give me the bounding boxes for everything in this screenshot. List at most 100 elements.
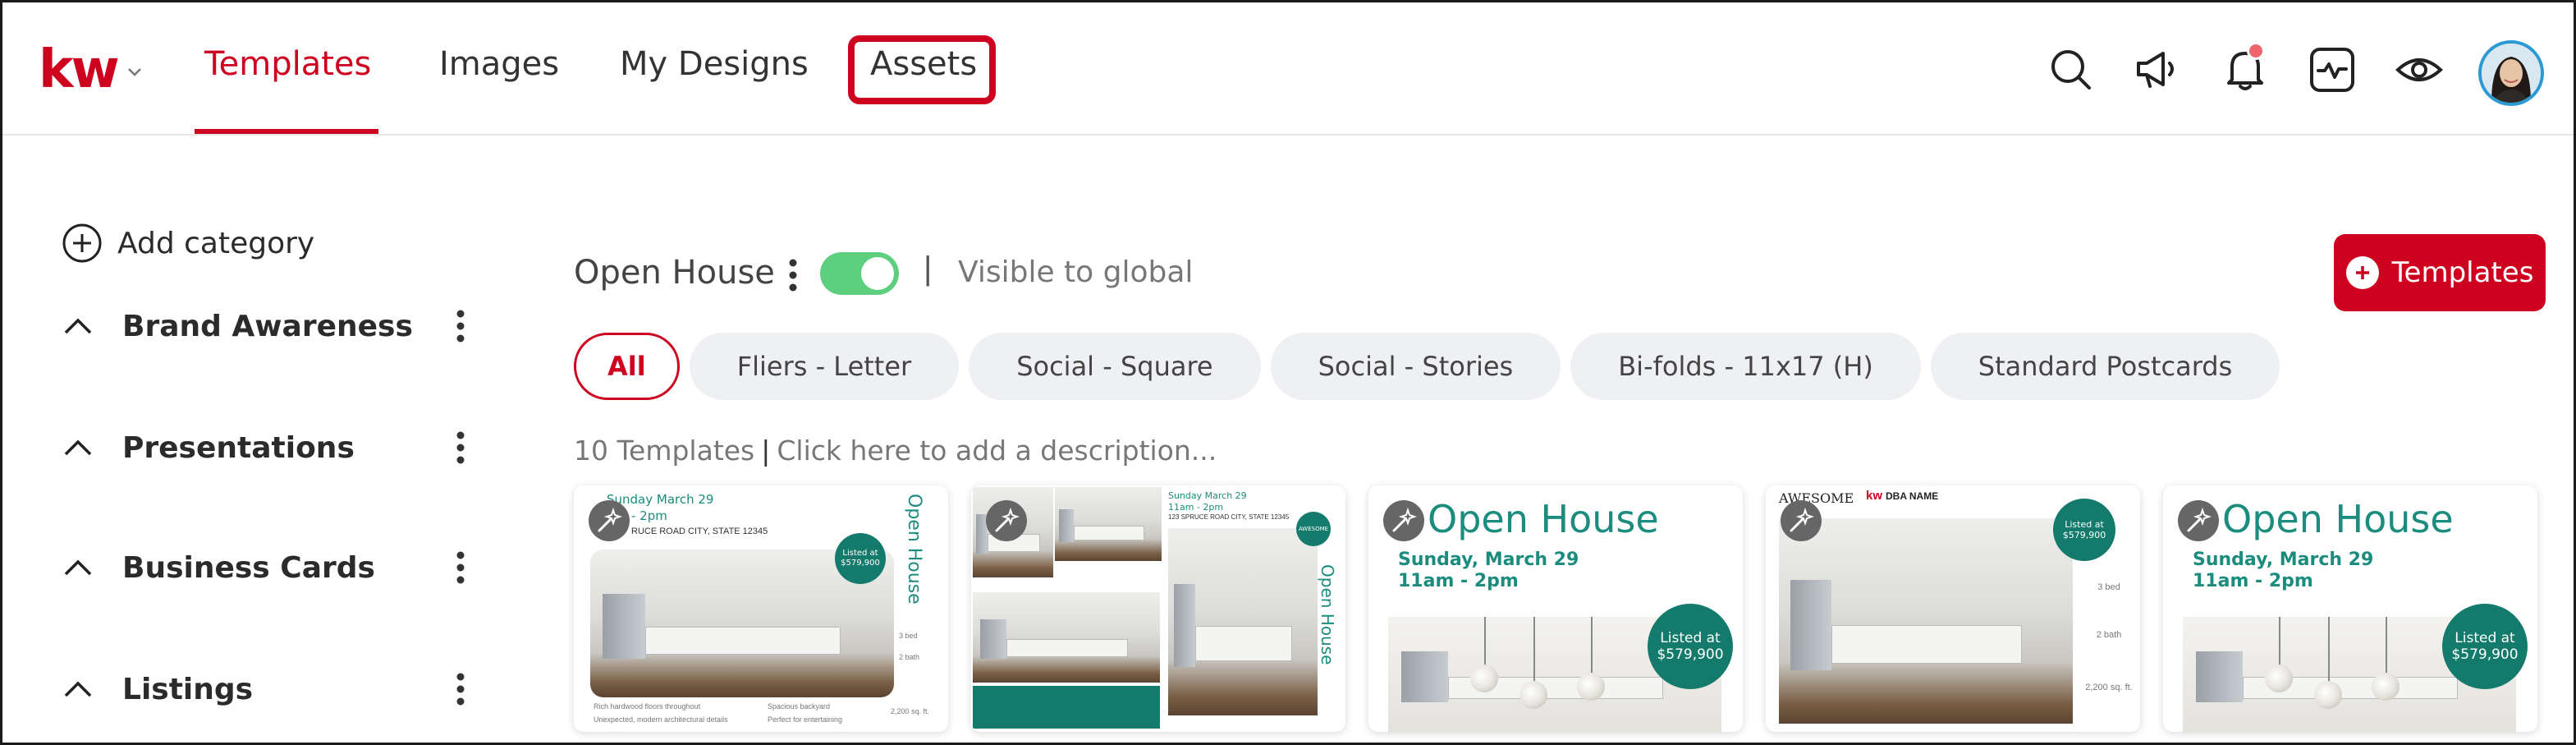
sidebar-item-label: Presentations	[122, 430, 355, 465]
feature-bullet: Spacious backyard	[768, 702, 831, 711]
pendant-light	[2328, 617, 2330, 683]
more-options-icon[interactable]	[444, 550, 477, 586]
flyer-date: Sunday March 29	[1168, 490, 1247, 501]
notification-badge	[2247, 42, 2265, 60]
filter-chip-fliers-letter[interactable]: Fliers - Letter	[689, 333, 960, 400]
flyer-title: Open House	[1428, 497, 1659, 541]
template-card[interactable]: Open House Sunday, March 29 11am - 2pm L…	[1368, 485, 1743, 732]
tab-my-designs[interactable]: My Designs	[620, 45, 809, 83]
add-template-label: Templates	[2391, 256, 2534, 289]
logo-text: kw	[39, 39, 120, 100]
dba-name: DBA NAME	[1886, 490, 1939, 502]
price-badge: Listed at $579,900	[1648, 604, 1733, 689]
flyer-vertical-title: Open House	[904, 494, 924, 605]
tab-images[interactable]: Images	[439, 45, 559, 83]
kitchen-photo	[1168, 528, 1318, 715]
flyer-time: 11am - 2pm	[1398, 571, 1519, 591]
filter-chip-all[interactable]: All	[574, 333, 680, 400]
sidebar-item-brand-awareness[interactable]: Brand Awareness	[62, 301, 472, 351]
filter-chip-social-stories[interactable]: Social - Stories	[1270, 333, 1561, 400]
app-window: kw Templates Images My Designs Assets Ad…	[0, 0, 2576, 745]
kw-logo-small: kw	[1866, 489, 1883, 503]
top-nav: kw Templates Images My Designs Assets	[2, 2, 2574, 136]
price-badge-label: Listed at	[842, 549, 878, 558]
megaphone-icon[interactable]	[2134, 45, 2183, 94]
sidebar-item-business-cards[interactable]: Business Cards	[62, 543, 472, 592]
filter-chip-bi-folds[interactable]: Bi-folds - 11x17 (H)	[1570, 333, 1921, 400]
global-visibility-toggle[interactable]	[820, 252, 899, 295]
pendant-light	[2265, 665, 2293, 692]
brand-badge-text: AWESOME	[1298, 525, 1329, 532]
description-placeholder[interactable]: Click here to add a description...	[777, 435, 1217, 467]
agent-footer	[973, 686, 1160, 729]
kitchen-photo	[1055, 487, 1162, 561]
template-card[interactable]: Sunday March 29 - 2pm RUCE ROAD CITY, ST…	[574, 485, 948, 732]
pendant-light	[2314, 681, 2342, 709]
more-options-icon[interactable]	[444, 671, 477, 707]
pendant-light	[2279, 617, 2280, 666]
eye-icon[interactable]	[2395, 45, 2444, 94]
price-badge: Listed at $579,900	[2442, 604, 2528, 689]
sidebar-item-label: Brand Awareness	[122, 309, 413, 343]
price-badge-value: $579,900	[841, 559, 880, 568]
template-card[interactable]: Sunday March 29 11am - 2pm 123 SPRUCE RO…	[971, 485, 1345, 732]
flyer-date: Sunday, March 29	[1398, 550, 1579, 570]
magic-wand-icon[interactable]	[589, 500, 630, 541]
flyer-address: 123 SPRUCE ROAD CITY, STATE 12345	[1168, 513, 1290, 521]
category-title[interactable]: Open House	[574, 254, 775, 292]
template-card[interactable]: AWESOME kw DBA NAME Listed at $579,900 3…	[1766, 485, 2140, 732]
tab-templates[interactable]: Templates	[204, 45, 371, 83]
flyer-time: 11am - 2pm	[1168, 502, 1224, 513]
feature-bullet: Perfect for entertaining	[768, 715, 843, 724]
magic-wand-icon[interactable]	[986, 500, 1027, 541]
category-options-icon[interactable]	[781, 255, 805, 295]
sidebar-item-listings[interactable]: Listings	[62, 665, 472, 714]
more-options-icon[interactable]	[444, 308, 477, 344]
pendant-light	[1591, 617, 1593, 674]
feature-bullet: Rich hardwood floors throughout	[594, 702, 701, 711]
pendant-light	[1484, 617, 1486, 666]
kw-logo[interactable]: kw	[39, 44, 142, 96]
price-badge-label: Listed at	[2455, 629, 2515, 646]
chevron-up-icon[interactable]	[62, 673, 94, 706]
sidebar-item-label: Listings	[122, 672, 254, 706]
filter-chips: All Fliers - Letter Social - Square Soci…	[574, 333, 2280, 400]
brand-badge: AWESOME	[1296, 512, 1331, 546]
sidebar-item-presentations[interactable]: Presentations	[62, 423, 472, 472]
active-tab-indicator	[195, 129, 378, 134]
plus-circle-icon	[62, 223, 102, 263]
baths-text: 2 bath	[899, 653, 920, 661]
price-badge-value: $579,900	[2451, 646, 2519, 663]
kitchen-photo	[973, 592, 1160, 683]
price-badge: Listed at $579,900	[835, 533, 886, 584]
add-category-button[interactable]: Add category	[62, 223, 314, 264]
chevron-up-icon[interactable]	[62, 310, 94, 343]
price-badge-value: $579,900	[1657, 646, 1724, 663]
flyer-title: Open House	[2222, 497, 2454, 541]
chevron-up-icon[interactable]	[62, 431, 94, 464]
filter-chip-social-square[interactable]: Social - Square	[969, 333, 1261, 400]
search-icon[interactable]	[2047, 45, 2096, 94]
more-options-icon[interactable]	[444, 430, 477, 466]
template-card[interactable]: Open House Sunday, March 29 11am - 2pm L…	[2163, 485, 2537, 732]
magic-wand-icon[interactable]	[2178, 500, 2219, 541]
chevron-up-icon[interactable]	[62, 551, 94, 584]
kitchen-photo	[1779, 518, 2073, 724]
chevron-down-icon[interactable]	[127, 65, 142, 80]
pendant-light	[2386, 617, 2387, 674]
activity-icon[interactable]	[2308, 45, 2357, 94]
pendant-light	[2372, 673, 2400, 701]
flyer-address: RUCE ROAD CITY, STATE 12345	[631, 527, 768, 536]
pendant-light	[1470, 665, 1498, 692]
assets-highlight-box	[848, 35, 996, 104]
add-template-button[interactable]: Templates	[2334, 234, 2546, 311]
add-category-label: Add category	[117, 226, 315, 260]
pendant-light	[1533, 617, 1535, 683]
magic-wand-icon[interactable]	[1383, 500, 1424, 541]
feature-bullet: Unexpected, modern architectural details	[594, 715, 728, 724]
plus-icon	[2345, 256, 2379, 289]
flyer-time: 11am - 2pm	[2193, 571, 2313, 591]
filter-chip-standard-postcards[interactable]: Standard Postcards	[1930, 333, 2280, 400]
magic-wand-icon[interactable]	[1781, 500, 1822, 541]
avatar[interactable]	[2478, 40, 2544, 106]
